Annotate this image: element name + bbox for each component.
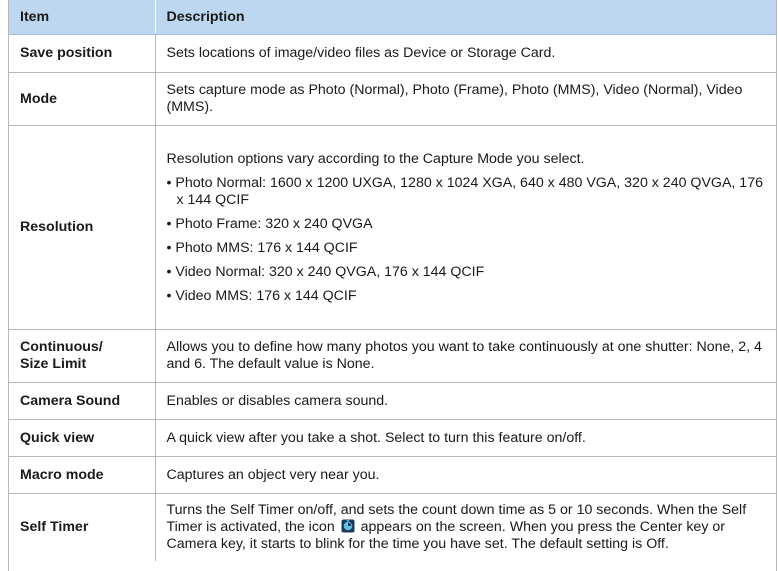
description-cell: A quick view after you take a shot. Sele… [155, 419, 776, 457]
column-header-item: Item [9, 0, 156, 35]
resolution-option: • Video MMS: 176 x 144 QCIF [166, 287, 357, 304]
table-row: Self Timer Turns the Self Timer on/off, … [9, 493, 776, 562]
resolution-intro: Resolution options vary according to the… [166, 150, 585, 167]
resolution-option: • Photo MMS: 176 x 144 QCIF [166, 239, 358, 256]
resolution-option: • Photo Frame: 320 x 240 QVGA [166, 215, 373, 232]
resolution-option: • Video Normal: 320 x 240 QVGA, 176 x 14… [166, 263, 485, 280]
description-cell: Sets capture mode as Photo (Normal), Pho… [155, 72, 776, 126]
settings-table-frame: Item Description Save position Sets loca… [8, 0, 777, 571]
description-cell: Sets locations of image/video files as D… [155, 34, 776, 73]
table-row: Resolution Resolution options vary accor… [9, 125, 776, 330]
item-cell: Mode [9, 72, 156, 126]
item-cell: Quick view [9, 419, 156, 457]
table-header-row: Item Description [9, 0, 776, 35]
description-cell: Resolution options vary according to the… [155, 125, 776, 330]
description-cell: Allows you to define how many photos you… [155, 329, 776, 383]
description-cell: Captures an object very near you. [155, 456, 776, 494]
column-header-description: Description [155, 0, 776, 35]
table-row: Save position Sets locations of image/vi… [9, 34, 776, 73]
description-cell: Turns the Self Timer on/off, and sets th… [155, 494, 776, 562]
item-cell: Macro mode [9, 456, 156, 494]
item-label-line: Size Limit [20, 356, 87, 372]
table-row: Macro mode Captures an object very near … [9, 456, 776, 494]
self-timer-icon [341, 519, 355, 533]
camera-settings-table: Item Description Save position Sets loca… [9, 0, 776, 561]
item-cell: Continuous/ Size Limit [9, 329, 156, 383]
table-row: Mode Sets capture mode as Photo (Normal)… [9, 72, 776, 126]
item-cell: Save position [9, 34, 156, 73]
table-row: Quick view A quick view after you take a… [9, 419, 776, 457]
item-cell: Self Timer [9, 493, 156, 561]
item-cell: Resolution [9, 125, 156, 330]
table-row: Camera Sound Enables or disables camera … [9, 382, 776, 420]
item-label-line: Continuous/ [20, 339, 103, 355]
item-cell: Camera Sound [9, 382, 156, 420]
table-row: Continuous/ Size Limit Allows you to def… [9, 329, 776, 383]
resolution-option: • Photo Normal: 1600 x 1200 UXGA, 1280 x… [166, 174, 763, 208]
description-cell: Enables or disables camera sound. [155, 382, 776, 420]
